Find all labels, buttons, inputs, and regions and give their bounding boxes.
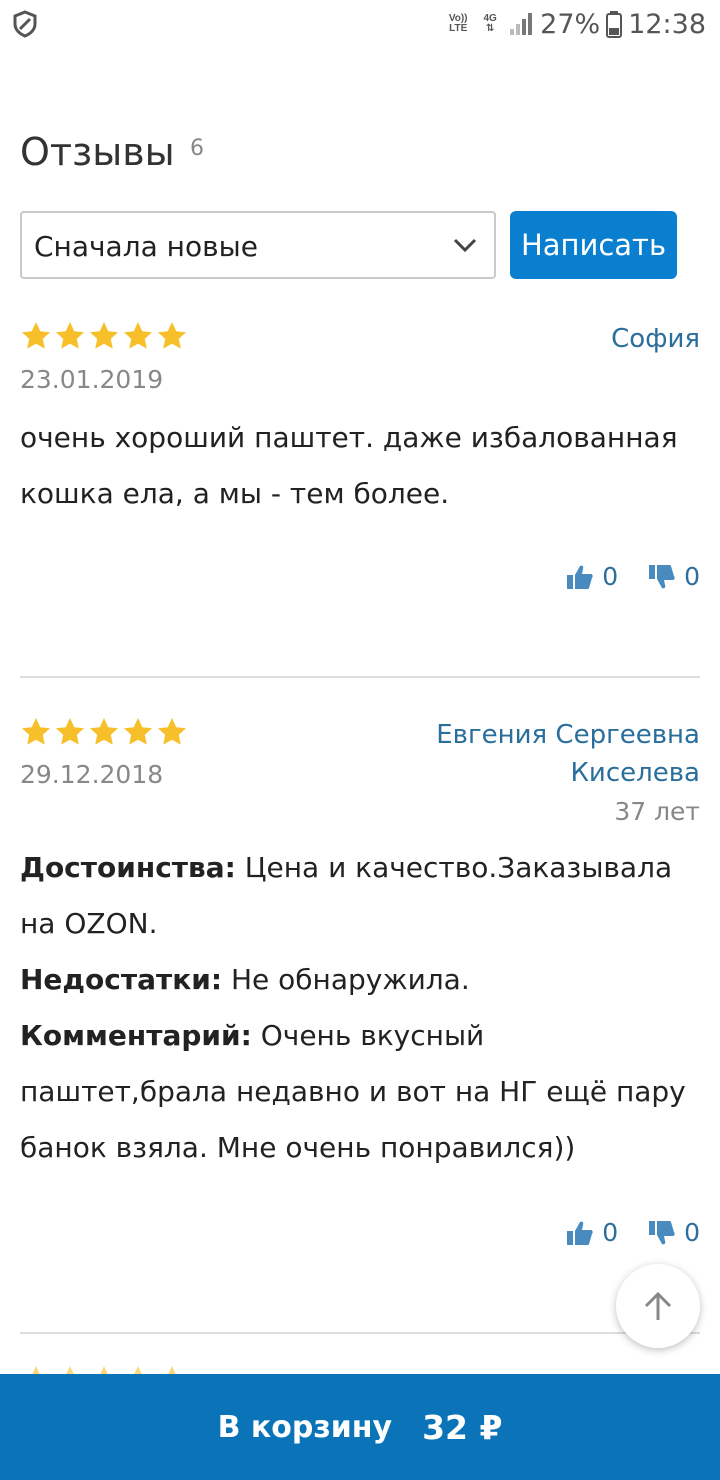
review-date: 23.01.2019: [20, 365, 164, 394]
star-icon: [56, 322, 84, 349]
cart-price: 32 ₽: [422, 1407, 503, 1447]
dislike-count: 0: [684, 562, 700, 591]
author-name-line1: Евгения Сергеевна: [436, 720, 700, 750]
rating-stars: [20, 716, 188, 748]
reviews-count: 6: [190, 136, 204, 161]
status-icons: Vo)) LTE 4G ⇅ 27% 12:38: [444, 6, 706, 42]
review-votes: 0 0: [566, 562, 700, 591]
divider: [20, 676, 700, 678]
like-button[interactable]: 0: [566, 562, 618, 591]
like-button[interactable]: 0: [566, 1218, 618, 1247]
divider: [20, 1332, 700, 1334]
chevron-down-icon: [453, 238, 477, 253]
review-pros: Достоинства: Цена и качество.Заказывала …: [20, 840, 700, 952]
battery-icon: [606, 11, 623, 38]
add-to-cart-button[interactable]: В корзину 32 ₽: [0, 1374, 720, 1480]
review-body: Достоинства: Цена и качество.Заказывала …: [20, 840, 700, 1176]
star-icon: [158, 322, 186, 349]
review-date: 29.12.2018: [20, 760, 164, 789]
write-review-button[interactable]: Написать: [510, 211, 677, 279]
reviews-title: Отзывы: [20, 130, 175, 174]
pros-label: Достоинства:: [20, 851, 236, 884]
like-count: 0: [602, 562, 619, 591]
star-icon: [124, 322, 152, 349]
signal-icon: [510, 13, 533, 35]
star-icon: [22, 322, 50, 349]
network-type: 4G ⇅: [483, 13, 497, 34]
author-name-line2: Киселева: [570, 758, 700, 788]
thumbs-down-icon: [649, 1220, 675, 1244]
star-icon: [56, 718, 84, 745]
arrow-up-icon: [644, 1291, 672, 1320]
cons-text: Не обнаружила.: [230, 963, 470, 996]
scroll-to-top-button[interactable]: [616, 1264, 700, 1348]
cart-label: В корзину: [217, 1409, 393, 1445]
review-comment: Комментарий: Очень вкусный паштет,брала …: [20, 1008, 700, 1176]
volte-indicator: Vo)) LTE: [448, 13, 468, 34]
thumbs-up-icon: [567, 1221, 593, 1245]
review-votes: 0 0: [566, 1218, 700, 1247]
rating-stars: [20, 320, 188, 352]
thumbs-up-icon: [567, 565, 593, 589]
review-author[interactable]: София: [611, 320, 700, 358]
star-icon: [90, 322, 118, 349]
comment-label: Комментарий:: [20, 1019, 252, 1052]
star-icon: [90, 718, 118, 745]
review-author[interactable]: Евгения Сергеевна Киселева: [436, 716, 700, 792]
status-bar: Vo)) LTE 4G ⇅ 27% 12:38: [0, 0, 720, 48]
like-count: 0: [602, 1218, 619, 1247]
dislike-button[interactable]: 0: [648, 562, 700, 591]
review-text: очень хороший паштет. даже избалованная …: [20, 421, 678, 510]
author-age: 37 лет: [614, 797, 700, 826]
review-cons: Недостатки: Не обнаружила.: [20, 952, 700, 1008]
thumbs-down-icon: [649, 564, 675, 588]
star-icon: [124, 718, 152, 745]
cons-label: Недостатки:: [20, 963, 223, 996]
battery-percent: 27%: [540, 8, 601, 40]
dislike-count: 0: [684, 1218, 700, 1247]
star-icon: [158, 718, 186, 745]
sort-selected-value: Сначала новые: [34, 230, 258, 263]
sort-select[interactable]: Сначала новые: [20, 211, 496, 279]
shield-icon: [13, 10, 37, 38]
star-icon: [22, 718, 50, 745]
clock: 12:38: [628, 8, 706, 40]
dislike-button[interactable]: 0: [648, 1218, 700, 1247]
